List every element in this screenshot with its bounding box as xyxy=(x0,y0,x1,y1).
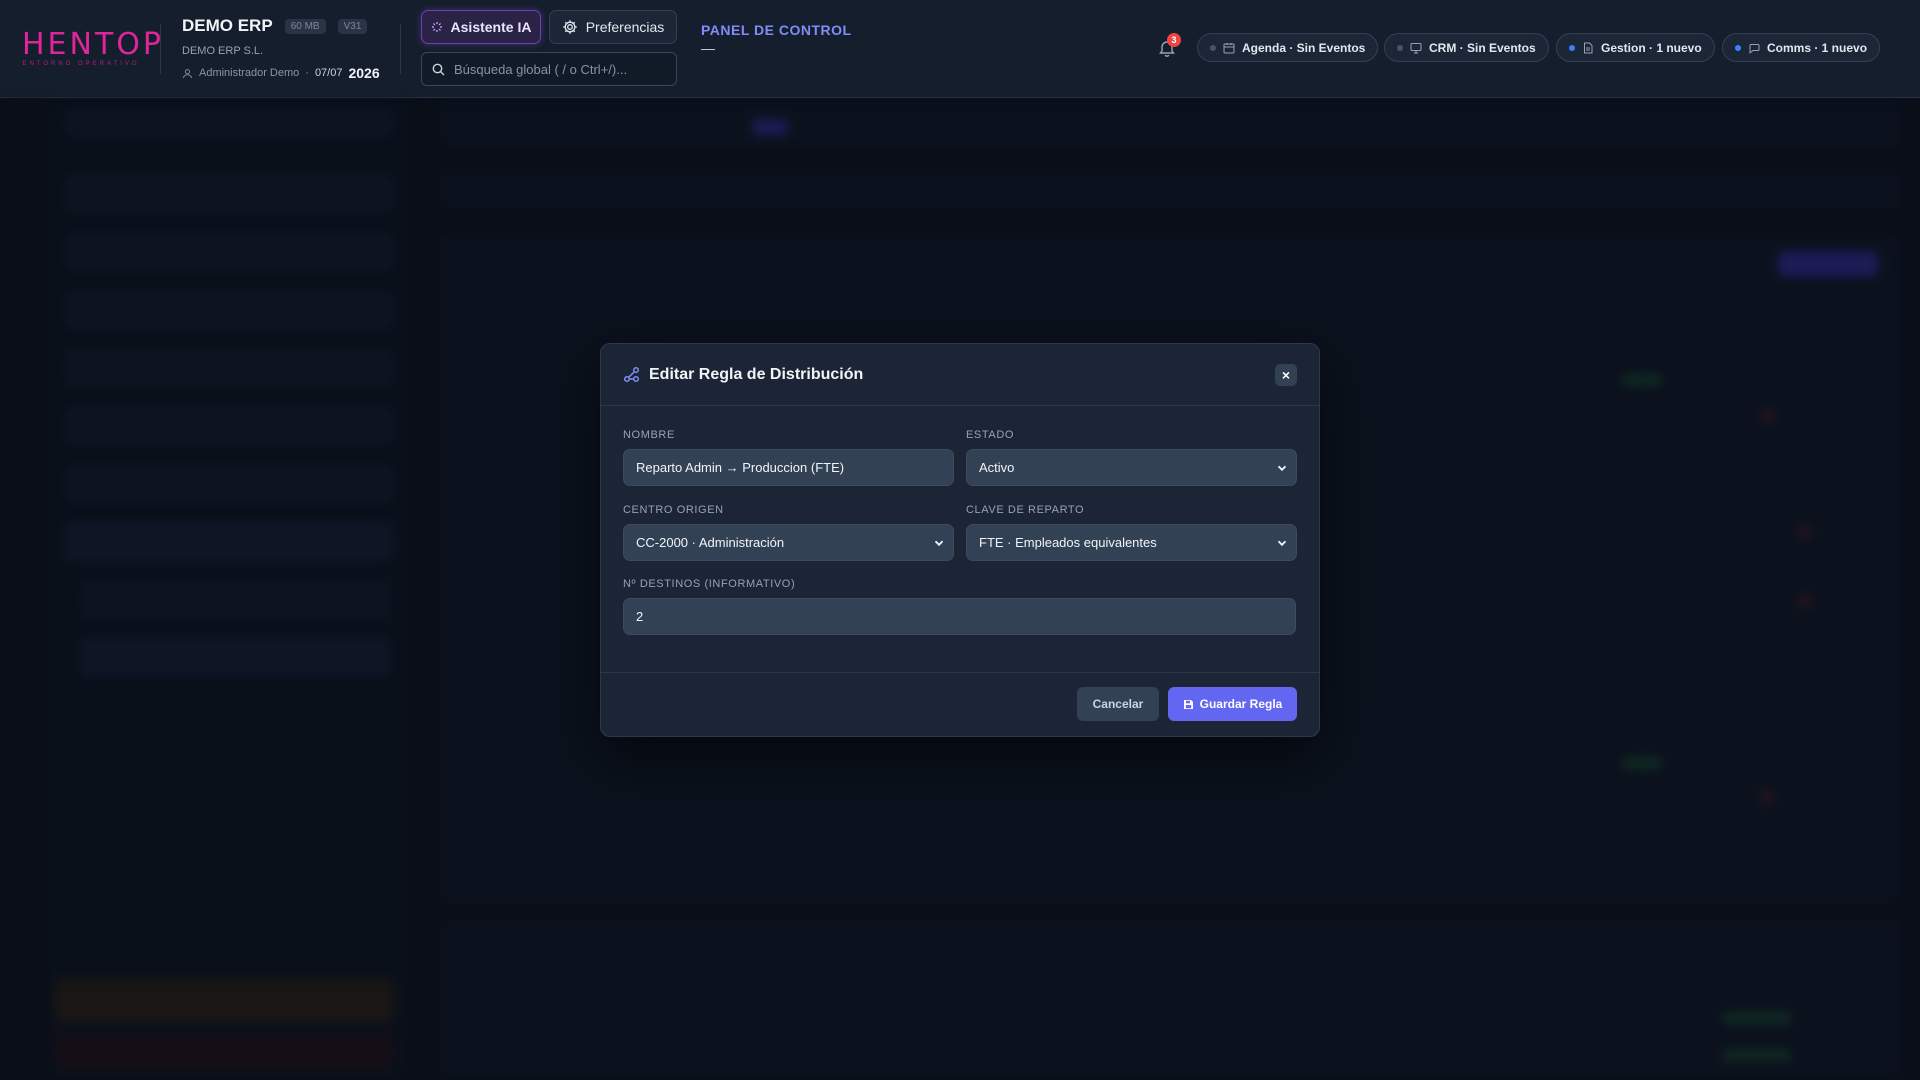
estado-select[interactable]: Activo xyxy=(966,449,1297,486)
document-icon xyxy=(1584,42,1593,53)
company-legal-name: DEMO ERP S.L. xyxy=(182,45,264,57)
nombre-input[interactable]: Reparto Admin → Produccion (FTE) xyxy=(623,449,954,486)
close-icon: × xyxy=(1281,367,1291,383)
centro-origen-field: CENTRO ORIGEN CC-2000 · Administración xyxy=(623,504,954,561)
separator: · xyxy=(305,67,309,79)
chevron-down-icon xyxy=(934,540,944,547)
clave-reparto-label: CLAVE DE REPARTO xyxy=(966,504,1085,516)
search-input[interactable] xyxy=(454,61,664,77)
save-icon xyxy=(1183,699,1193,709)
storage-badge: 60 MB xyxy=(284,18,326,34)
app-logo[interactable]: HENTOP ENTORNO OPERATIVO xyxy=(22,27,164,68)
destinos-value: 2 xyxy=(636,609,644,624)
edit-rule-modal: Editar Regla de Distribución × NOMBRE Re… xyxy=(600,343,1320,737)
user-name: Administrador Demo xyxy=(199,67,300,79)
current-year[interactable]: 2026 xyxy=(348,65,379,81)
crm-pill[interactable]: CRM · Sin Eventos xyxy=(1384,33,1549,62)
search-icon xyxy=(432,63,445,75)
company-name: DEMO ERP xyxy=(182,16,273,35)
crm-label: CRM · Sin Eventos xyxy=(1429,40,1536,55)
nombre-field: NOMBRE Reparto Admin → Produccion (FTE) xyxy=(623,429,954,486)
comms-label: Comms · 1 nuevo xyxy=(1767,40,1868,55)
centro-origen-value: CC-2000 · Administración xyxy=(636,535,785,550)
nombre-value: Reparto Admin → Produccion (FTE) xyxy=(636,460,845,475)
logo-tagline: ENTORNO OPERATIVO xyxy=(22,61,140,67)
status-dot xyxy=(1735,44,1741,51)
global-search[interactable] xyxy=(421,52,677,86)
gestion-label: Gestion · 1 nuevo xyxy=(1601,40,1702,55)
ai-assistant-button[interactable]: Asistente IA xyxy=(421,10,541,44)
save-rule-button[interactable]: Guardar Regla xyxy=(1168,687,1297,721)
status-dot xyxy=(1569,44,1575,51)
preferences-button[interactable]: Preferencias xyxy=(549,10,677,44)
gear-icon xyxy=(562,20,577,34)
estado-value: Activo xyxy=(979,460,1015,475)
preferences-label: Preferencias xyxy=(585,19,665,35)
close-button[interactable]: × xyxy=(1275,364,1297,386)
monitor-icon xyxy=(1410,42,1422,53)
top-bar: HENTOP ENTORNO OPERATIVO DEMO ERP 60 MB … xyxy=(0,0,1920,98)
user-icon xyxy=(182,68,193,78)
divider xyxy=(160,24,161,74)
clave-reparto-field: CLAVE DE REPARTO FTE · Empleados equival… xyxy=(966,504,1297,561)
agenda-label: Agenda · Sin Eventos xyxy=(1242,40,1366,55)
status-dot xyxy=(1397,44,1403,51)
logo-text: HENTOP xyxy=(22,27,164,62)
panel-subtitle: — xyxy=(701,40,715,56)
ai-assistant-label: Asistente IA xyxy=(450,19,532,35)
clave-reparto-select[interactable]: FTE · Empleados equivalentes xyxy=(966,524,1297,561)
estado-label: ESTADO xyxy=(966,429,1015,441)
modal-footer: Cancelar Guardar Regla xyxy=(601,672,1319,736)
estado-field: ESTADO Activo xyxy=(966,429,1297,486)
nombre-label: NOMBRE xyxy=(623,429,675,441)
chevron-down-icon xyxy=(1277,540,1287,547)
distribution-icon xyxy=(623,366,640,382)
centro-origen-select[interactable]: CC-2000 · Administración xyxy=(623,524,954,561)
panel-title: PANEL DE CONTROL xyxy=(701,22,852,38)
version-badge: V31 xyxy=(337,18,368,34)
save-label: Guardar Regla xyxy=(1199,697,1283,711)
comms-pill[interactable]: Comms · 1 nuevo xyxy=(1722,33,1881,62)
divider xyxy=(400,24,401,74)
cancel-button[interactable]: Cancelar xyxy=(1077,687,1159,721)
gestion-pill[interactable]: Gestion · 1 nuevo xyxy=(1556,33,1715,62)
destinos-field: Nº DESTINOS (INFORMATIVO) 2 xyxy=(623,578,1296,635)
status-dot xyxy=(1210,44,1216,51)
chat-icon xyxy=(1749,43,1760,54)
clave-reparto-value: FTE · Empleados equivalentes xyxy=(979,535,1157,550)
chevron-down-icon xyxy=(1277,465,1287,472)
current-date: 07/07 xyxy=(314,67,343,79)
notification-badge: 3 xyxy=(1167,33,1181,47)
cancel-label: Cancelar xyxy=(1092,697,1144,711)
company-info: DEMO ERP 60 MB V31 DEMO ERP S.L. Adminis… xyxy=(182,16,380,81)
sparkle-icon xyxy=(431,22,442,32)
modal-header: Editar Regla de Distribución × xyxy=(601,344,1319,406)
agenda-pill[interactable]: Agenda · Sin Eventos xyxy=(1197,33,1379,62)
calendar-icon xyxy=(1223,42,1235,53)
destinos-input[interactable]: 2 xyxy=(623,598,1296,635)
centro-origen-label: CENTRO ORIGEN xyxy=(623,504,724,516)
destinos-label: Nº DESTINOS (INFORMATIVO) xyxy=(623,578,796,590)
modal-title: Editar Regla de Distribución xyxy=(649,365,864,383)
